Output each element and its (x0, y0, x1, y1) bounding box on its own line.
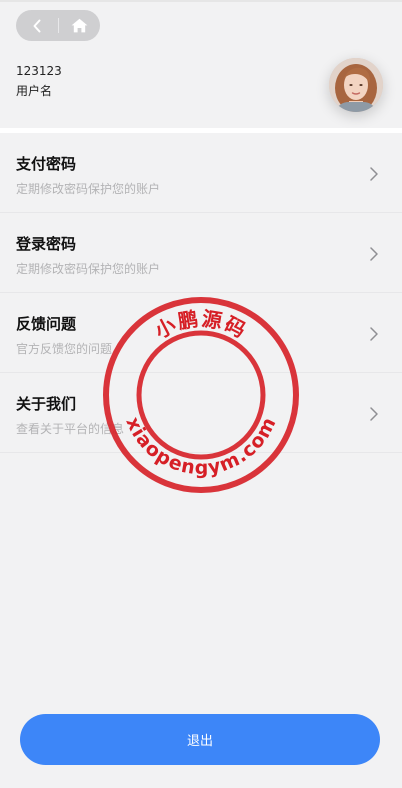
chevron-right-icon (370, 167, 378, 181)
menu-item-title: 登录密码 (16, 235, 77, 253)
user-id: 123123 (16, 64, 62, 78)
menu-item-title: 关于我们 (16, 395, 77, 413)
settings-menu: 支付密码 定期修改密码保护您的账户 登录密码 定期修改密码保护您的账户 反馈问题… (0, 133, 402, 453)
capsule-divider (58, 18, 59, 33)
home-button[interactable] (58, 10, 100, 41)
back-button[interactable] (16, 10, 58, 41)
menu-item-login-password[interactable]: 登录密码 定期修改密码保护您的账户 (0, 213, 402, 293)
menu-item-title: 支付密码 (16, 155, 77, 173)
username: 用户名 (16, 84, 53, 98)
chevron-right-icon (370, 407, 378, 421)
nav-capsule (16, 10, 100, 41)
logout-button[interactable]: 退出 (20, 714, 380, 765)
avatar-image (329, 58, 383, 112)
menu-item-desc: 官方反馈您的问题 (16, 342, 113, 356)
menu-item-desc: 定期修改密码保护您的账户 (16, 182, 161, 196)
menu-item-about-us[interactable]: 关于我们 查看关于平台的信息 (0, 373, 402, 453)
chevron-left-icon (33, 19, 41, 32)
top-border (0, 0, 402, 2)
menu-item-title: 反馈问题 (16, 315, 77, 333)
menu-item-desc: 定期修改密码保护您的账户 (16, 262, 161, 276)
avatar[interactable] (329, 58, 383, 112)
menu-item-feedback[interactable]: 反馈问题 官方反馈您的问题 (0, 293, 402, 373)
chevron-right-icon (370, 247, 378, 261)
menu-item-payment-password[interactable]: 支付密码 定期修改密码保护您的账户 (0, 133, 402, 213)
home-icon (71, 18, 87, 33)
chevron-right-icon (370, 327, 378, 341)
menu-item-desc: 查看关于平台的信息 (16, 422, 125, 436)
